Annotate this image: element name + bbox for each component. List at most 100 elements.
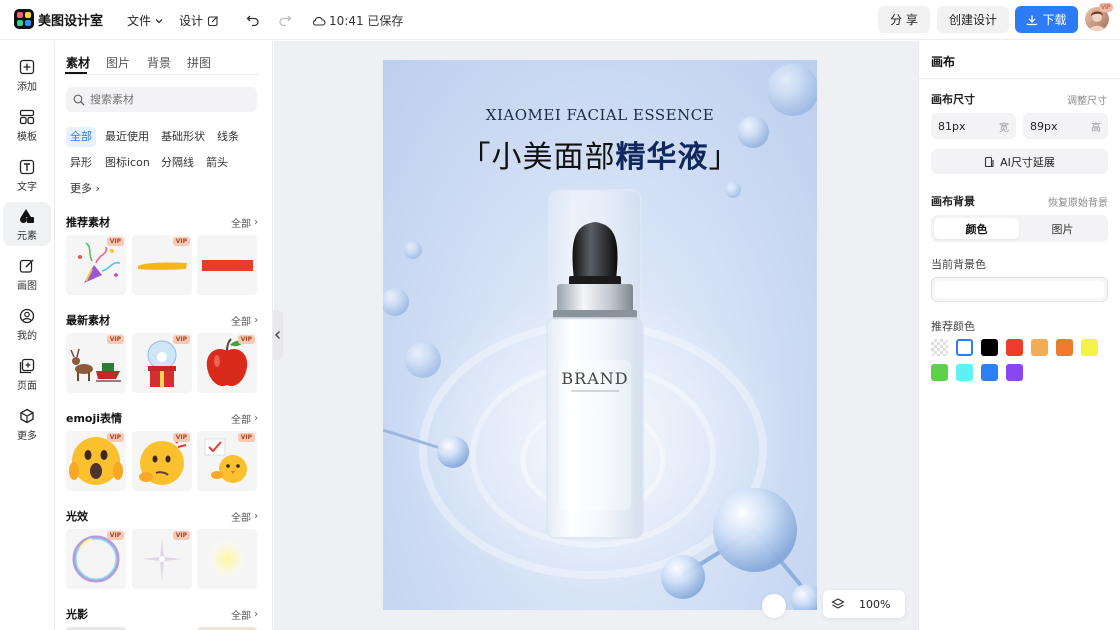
seg-color[interactable]: 颜色 bbox=[934, 218, 1019, 239]
material-bubble-ring[interactable]: VIP bbox=[66, 529, 126, 589]
material-party-popper[interactable]: VIP bbox=[66, 235, 126, 295]
collapse-panel-button[interactable] bbox=[273, 310, 283, 360]
rail-item-templates[interactable]: 模板 bbox=[3, 103, 51, 147]
section-all-light-effects[interactable]: 全部 › bbox=[231, 509, 258, 524]
vip-badge: VIP bbox=[237, 335, 255, 344]
swatch-cyan[interactable] bbox=[956, 364, 973, 381]
rail-item-pages[interactable]: 页面 bbox=[3, 352, 51, 396]
plus-square-icon bbox=[18, 58, 36, 76]
create-design-label: 创建设计 bbox=[948, 13, 997, 27]
undo-button[interactable] bbox=[242, 9, 264, 31]
search-input[interactable] bbox=[90, 93, 240, 106]
tab-collage[interactable]: 拼图 bbox=[187, 54, 211, 71]
swatch-white-selected[interactable] bbox=[956, 339, 973, 356]
swatch-purple[interactable] bbox=[1006, 364, 1023, 381]
zoom-bar: 100% bbox=[823, 590, 905, 618]
tab-images[interactable]: 图片 bbox=[106, 54, 130, 71]
section-title-light-shadow: 光影 bbox=[66, 608, 88, 621]
swatch-red[interactable] bbox=[1006, 339, 1023, 356]
seg-image[interactable]: 图片 bbox=[1020, 218, 1105, 239]
material-yellow-brush[interactable]: VIP bbox=[132, 235, 192, 295]
avatar-vip-badge: VIP bbox=[1099, 3, 1113, 12]
background-type-toggle: 颜色 图片 bbox=[931, 215, 1108, 242]
material-chick-emoji[interactable]: VIP bbox=[197, 431, 257, 491]
chip-arrows[interactable]: 箭头 bbox=[202, 153, 232, 173]
chip-icons[interactable]: 图标icon bbox=[101, 153, 154, 173]
download-button[interactable]: 下载 bbox=[1015, 6, 1078, 33]
download-icon bbox=[1027, 15, 1038, 25]
create-design-button[interactable]: 创建设计 bbox=[937, 6, 1009, 33]
material-sparkle-flare[interactable]: VIP bbox=[132, 529, 192, 589]
section-all-latest[interactable]: 全部 › bbox=[231, 313, 258, 328]
current-bg-color-field[interactable] bbox=[931, 277, 1108, 302]
section-all-recommended[interactable]: 全部 › bbox=[231, 215, 258, 230]
ai-resize-icon bbox=[985, 156, 994, 167]
canvas-round-button[interactable] bbox=[762, 594, 786, 618]
vip-badge: VIP bbox=[106, 237, 124, 246]
share-button[interactable]: 分 享 bbox=[878, 6, 930, 33]
design-menu[interactable]: 设计 bbox=[179, 12, 219, 29]
pencil-edit-icon bbox=[18, 257, 36, 275]
material-snow-globe[interactable]: VIP bbox=[132, 333, 192, 393]
material-reindeer-sleigh[interactable]: VIP bbox=[66, 333, 126, 393]
section-title-latest: 最新素材 bbox=[66, 314, 110, 327]
rail-item-elements[interactable]: 元素 bbox=[3, 202, 51, 246]
vip-badge: VIP bbox=[172, 433, 190, 442]
swatch-transparent[interactable] bbox=[931, 339, 948, 356]
poster-artboard[interactable]: BRAND XIAOMEI FACIAL ESSENCE 「小美面部精华液」 bbox=[383, 60, 817, 610]
chevron-left-icon bbox=[275, 331, 280, 339]
redo-icon bbox=[279, 15, 292, 27]
swatch-black[interactable] bbox=[981, 339, 998, 356]
rail-item-mine[interactable]: 我的 bbox=[3, 302, 51, 346]
zoom-level[interactable]: 100% bbox=[859, 598, 890, 611]
app-logo[interactable]: 美图设计室 bbox=[14, 9, 103, 29]
chip-more[interactable]: 更多 › bbox=[66, 179, 104, 199]
height-field[interactable]: 89px 高 bbox=[1023, 113, 1108, 139]
material-thinking-emoji[interactable]: VIP bbox=[132, 431, 192, 491]
chip-lines[interactable]: 线条 bbox=[213, 127, 243, 147]
chip-dividers[interactable]: 分隔线 bbox=[157, 153, 198, 173]
swatch-blue[interactable] bbox=[981, 364, 998, 381]
vip-badge: VIP bbox=[106, 531, 124, 540]
rail-label: 添加 bbox=[17, 81, 37, 93]
rail-item-draw[interactable]: 画图 bbox=[3, 252, 51, 296]
swatch-yellow[interactable] bbox=[1081, 339, 1098, 356]
width-value: 81px bbox=[938, 119, 966, 133]
all-label: 全部 bbox=[231, 611, 251, 622]
svg-text:BRAND: BRAND bbox=[561, 369, 628, 388]
poster-chinese-title[interactable]: 「小美面部精华液」 bbox=[383, 132, 817, 176]
adjust-size-link[interactable]: 调整尺寸 bbox=[1067, 92, 1107, 107]
poster-english-title[interactable]: XIAOMEI FACIAL ESSENCE bbox=[383, 106, 817, 124]
ai-extend-button[interactable]: AI尺寸延展 bbox=[931, 149, 1108, 174]
width-field[interactable]: 81px 宽 bbox=[931, 113, 1016, 139]
chip-basic-shapes[interactable]: 基础形状 bbox=[157, 127, 209, 147]
chip-all[interactable]: 全部 bbox=[66, 127, 96, 147]
material-soft-glow[interactable] bbox=[197, 529, 257, 589]
tab-materials[interactable]: 素材 bbox=[66, 54, 90, 71]
redo-button[interactable] bbox=[274, 9, 296, 31]
material-shocked-emoji[interactable]: VIP bbox=[66, 431, 126, 491]
swatch-orange[interactable] bbox=[1056, 339, 1073, 356]
all-label: 全部 bbox=[231, 317, 251, 328]
tab-backgrounds[interactable]: 背景 bbox=[147, 54, 171, 71]
chip-irregular[interactable]: 异形 bbox=[66, 153, 96, 173]
material-red-apple[interactable]: VIP bbox=[197, 333, 257, 393]
poster-title-prefix: 「小美面部 bbox=[460, 140, 616, 175]
rail-item-add[interactable]: 添加 bbox=[3, 53, 51, 97]
rail-item-more[interactable]: 更多 bbox=[3, 402, 51, 446]
layers-button[interactable] bbox=[823, 597, 853, 611]
swatch-green[interactable] bbox=[931, 364, 948, 381]
section-all-emoji[interactable]: 全部 › bbox=[231, 411, 258, 426]
swatch-light-orange[interactable] bbox=[1031, 339, 1048, 356]
restore-background-link[interactable]: 恢复原始背景 bbox=[1048, 194, 1108, 209]
material-tabs: 素材 图片 背景 拼图 bbox=[65, 53, 259, 75]
material-red-bar[interactable] bbox=[197, 235, 257, 295]
file-menu[interactable]: 文件 bbox=[127, 12, 164, 29]
section-all-light-shadow[interactable]: 全部 › bbox=[231, 607, 258, 622]
section-title-recommended: 推荐素材 bbox=[66, 216, 110, 229]
cube-icon bbox=[18, 407, 36, 425]
rail-item-text[interactable]: 文字 bbox=[3, 153, 51, 197]
rail-label: 更多 bbox=[17, 430, 37, 442]
search-box[interactable] bbox=[66, 87, 257, 112]
chip-recent[interactable]: 最近使用 bbox=[101, 127, 153, 147]
